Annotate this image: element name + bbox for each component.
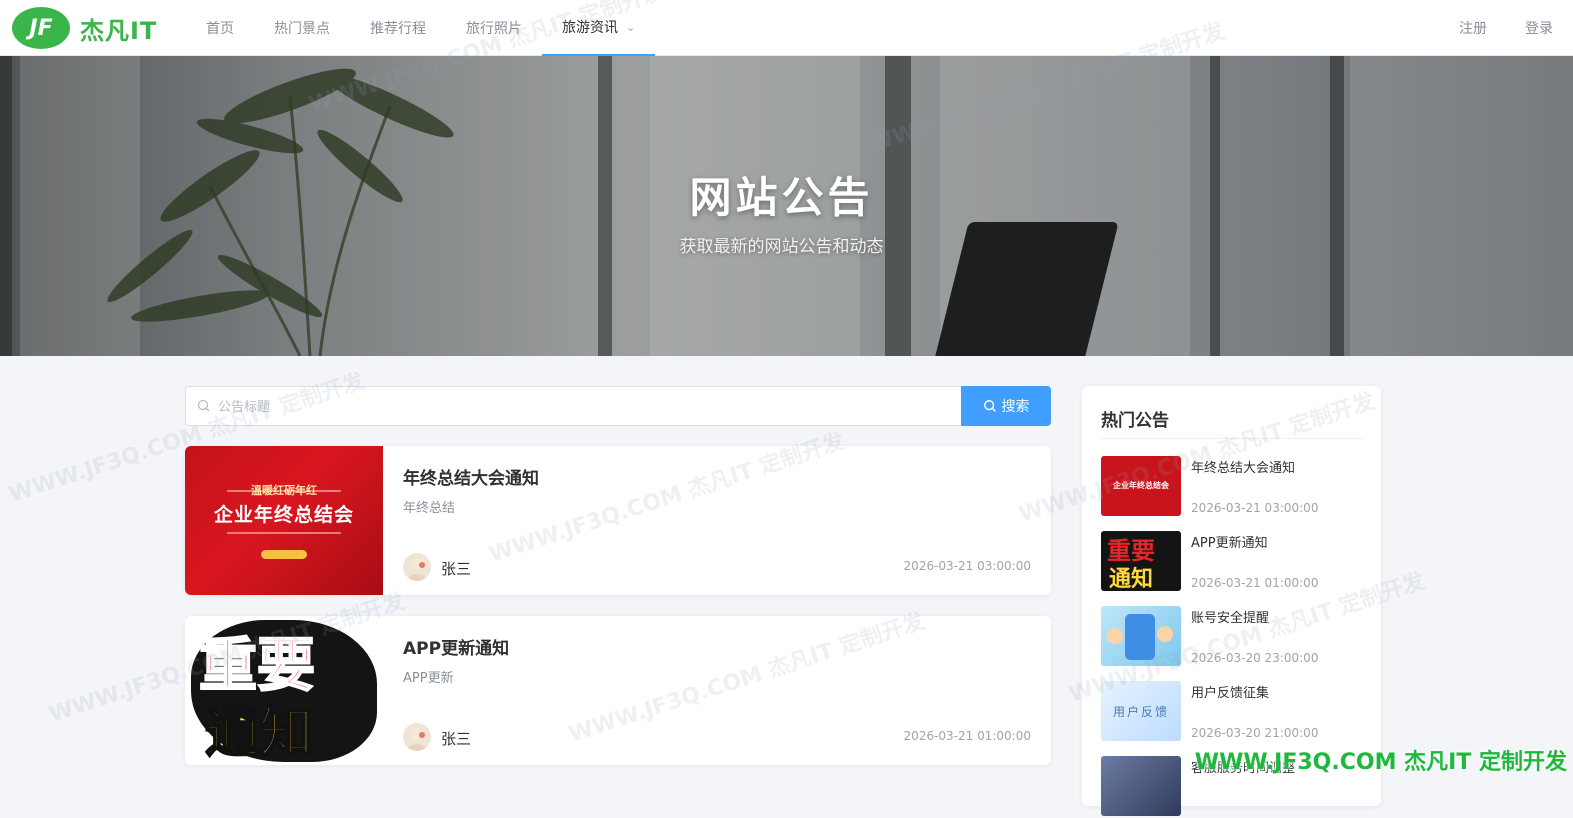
thumb-word-notice: 通知 [204,700,314,765]
search-button[interactable]: 搜索 [961,386,1051,426]
important-notice-image: 重要 通知 [1101,531,1181,591]
search-button-label: 搜索 [1001,399,1030,415]
hot-notice-title: 年终总结大会通知 [1191,461,1296,476]
hot-notice-time: 2026-03-21 03:00:00 [1191,501,1319,515]
notice-author: 张三 [441,560,472,578]
auth-links: 注册 登录 [1421,0,1553,56]
search-icon [983,400,996,412]
annual-meeting-image: 溫暖红砺年红 企业年终总结会 [185,446,383,595]
avatar [403,553,431,581]
hot-notice-thumbnail: 重要 通知 [1101,531,1181,591]
notice-title[interactable]: APP更新通知 [403,634,509,659]
hot-notice-title: 用户反馈征集 [1191,686,1270,701]
logo-mark: JF [12,7,70,49]
notice-search-bar: 搜索 [185,386,1051,427]
account-security-image [1101,606,1181,666]
banner-title: 网站公告 [689,173,874,222]
avatar-icon [407,728,427,751]
hot-notice-title: APP更新通知 [1191,536,1268,551]
notice-title-input[interactable] [216,387,960,427]
notice-card[interactable]: 溫暖红砺年红 企业年终总结会 年终总结大会通知 年终总结 张三 2026-03-… [185,446,1051,595]
notice-desc: APP更新 [403,671,454,686]
hot-notice-time: 2026-03-20 23:00:00 [1191,651,1319,665]
user-feedback-image: 用户反馈 [1101,681,1181,741]
thumb-word-notice: 通知 [1109,567,1154,591]
hot-notice-time: 2026-03-20 21:00:00 [1191,726,1319,740]
notice-thumbnail[interactable]: 重要 通知 [185,616,383,765]
hero-banner: 网站公告 获取最新的网站公告和动态 [0,56,1573,356]
nav-item-hot-spots[interactable]: 热门景点 [254,0,350,56]
important-notice-image: 重要 通知 [185,616,383,765]
hot-notice-thumbnail: 用户反馈 [1101,681,1181,741]
hot-notice-time: 2026-03-21 01:00:00 [1191,576,1319,590]
thumb-headline: 溫暖红砺年红 [251,484,317,497]
watermark-footer: WWW.JF3Q.COM 杰凡IT 定制开发 [1194,750,1567,775]
banner-subtitle: 获取最新的网站公告和动态 [679,237,884,257]
main-nav: 首页 热门景点 推荐行程 旅行照片 旅游资讯 ⌄ [186,0,656,56]
logo-name: 杰凡IT [80,16,158,45]
hot-notice-item[interactable]: 用户反馈 用户反馈征集 2026-03-20 21:00:00 [1101,681,1363,743]
nav-item-home[interactable]: 首页 [186,0,254,56]
hot-notice-thumbnail [1101,756,1181,816]
notice-time: 2026-03-21 03:00:00 [903,559,1031,573]
nav-item-travel-photos[interactable]: 旅行照片 [446,0,542,56]
person-graphic [1107,628,1123,644]
hot-notice-title: 账号安全提醒 [1191,611,1270,626]
notice-title[interactable]: 年终总结大会通知 [403,464,539,489]
site-logo[interactable]: JF 杰凡IT [12,5,157,51]
nav-item-travel-news-label: 旅游资讯 [562,20,618,36]
annual-meeting-image: 企业年终总结会 [1101,456,1181,516]
top-header: JF 杰凡IT 首页 热门景点 推荐行程 旅行照片 旅游资讯 ⌄ 注册 登录 [0,0,1573,56]
hot-notices-title: 热门公告 [1101,411,1169,431]
notice-card[interactable]: 重要 通知 APP更新通知 APP更新 张三 2026-03-21 01:00:… [185,616,1051,765]
decorative-line [227,532,341,534]
thumb-title: 企业年终总结会 [213,504,354,526]
nav-item-travel-news[interactable]: 旅游资讯 ⌄ [542,0,656,56]
hot-notice-item[interactable]: 企业年终总结会 年终总结大会通知 2026-03-21 03:00:00 [1101,456,1363,518]
notice-time: 2026-03-21 01:00:00 [903,729,1031,743]
register-link[interactable]: 注册 [1459,18,1487,38]
chevron-down-icon: ⌄ [626,20,636,34]
login-link[interactable]: 登录 [1525,18,1553,38]
hot-notice-item[interactable]: 重要 通知 APP更新通知 2026-03-21 01:00:00 [1101,531,1363,593]
avatar [403,723,431,751]
notice-thumbnail[interactable]: 溫暖红砺年红 企业年终总结会 [185,446,383,595]
hot-notice-item[interactable]: 账号安全提醒 2026-03-20 23:00:00 [1101,606,1363,668]
thumb-pill [261,550,307,559]
customer-service-image [1101,756,1181,816]
avatar-icon [407,558,427,581]
notice-author: 张三 [441,730,472,748]
hot-notice-thumbnail [1101,606,1181,666]
search-icon [197,399,210,412]
hot-notices-panel: 热门公告 企业年终总结会 年终总结大会通知 2026-03-21 03:00:0… [1082,386,1381,816]
person-graphic [1157,626,1173,642]
phone-graphic [1125,614,1155,660]
nav-item-recommended-trips[interactable]: 推荐行程 [350,0,446,56]
notice-desc: 年终总结 [403,501,456,516]
hot-notice-thumbnail: 企业年终总结会 [1101,456,1181,516]
divider [1101,438,1363,439]
